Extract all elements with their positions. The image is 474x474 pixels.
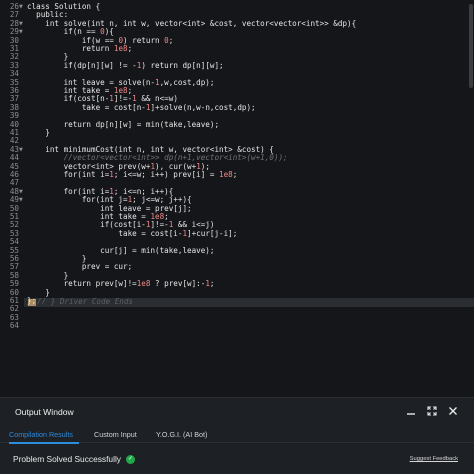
check-circle-icon: ✓: [126, 454, 135, 464]
suggest-feedback-link[interactable]: Suggest Feedback: [410, 456, 458, 462]
output-window: Output Window Compilation Results Custom…: [0, 397, 474, 474]
code-line: return dp[n][w] = min(take,leave);: [27, 119, 220, 129]
minimize-icon[interactable]: [406, 406, 416, 416]
fold-chevron-icon[interactable]: ▼: [19, 3, 24, 11]
tab-compilation-results[interactable]: Compilation Results: [9, 430, 73, 439]
editor-scrollbar[interactable]: [469, 4, 473, 88]
status-message: Problem Solved Successfully: [13, 454, 121, 464]
output-window-title: Output Window: [15, 407, 74, 417]
code-line: if(dp[n][w] != -1) return dp[n][w];: [27, 60, 224, 70]
fold-chevron-icon[interactable]: ▼: [19, 188, 24, 196]
fold-chevron-icon[interactable]: ▼: [19, 20, 24, 28]
tab-custom-input[interactable]: Custom Input: [94, 430, 137, 439]
fold-chevron-icon[interactable]: ▼: [19, 196, 24, 204]
code-line: };: [27, 296, 37, 305]
code-line: for(int i=1; i<=w; i++) prev[i] = 1e8;: [27, 170, 238, 179]
fold-chevron-icon[interactable]: ▼: [19, 146, 24, 154]
code-line: return prev[w]!=1e8 ? prev[w]:-1;: [27, 279, 215, 289]
output-window-controls: [406, 405, 458, 417]
code-line: }: [27, 128, 50, 137]
code-line: take = cost[n-1]+solve(n,w-n,cost,dp);: [27, 102, 256, 112]
expand-icon[interactable]: [427, 406, 437, 416]
output-tabs: Compilation Results Custom Input Y.O.G.I…: [0, 428, 474, 444]
active-tab-indicator: [9, 442, 79, 444]
line-gutter: 26 ▼ 27 28 ▼ 29 ▼ 30 31 32 33 34 35 36 37 38 39 40 41 42 43 ▼…: [0, 0, 24, 397]
fold-chevron-icon[interactable]: ▼: [19, 28, 24, 36]
line-number: 64: [9, 321, 19, 331]
driver-code-hint: // } Driver Code Ends: [37, 297, 134, 306]
close-icon[interactable]: [448, 406, 458, 416]
status-row: Problem Solved Successfully ✓: [13, 453, 135, 465]
tab-yogi-ai-bot[interactable]: Y.O.G.I. (AI Bot): [156, 430, 207, 439]
code-editor[interactable]: 26 ▼ 27 28 ▼ 29 ▼ 30 31 32 33 34 35 36 37 38 39 40 41 42 43 ▼…: [0, 0, 474, 397]
code-line: take = cost[i-1]+cur[j-i];: [27, 228, 238, 238]
